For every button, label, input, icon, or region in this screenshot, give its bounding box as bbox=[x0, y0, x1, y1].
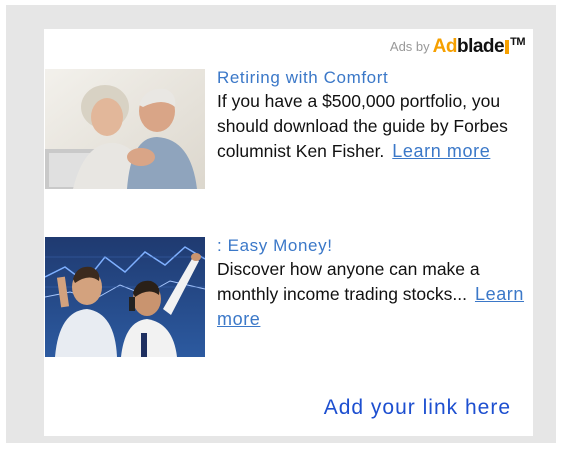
couple-photo-thumbnail[interactable] bbox=[45, 69, 205, 189]
ad-description: Discover how anyone can make a monthly i… bbox=[217, 257, 532, 332]
ad-body-text: Discover how anyone can make a monthly i… bbox=[217, 259, 480, 304]
ad-text-easy-money: : Easy Money! Discover how anyone can ma… bbox=[217, 235, 532, 332]
traders-photo-image bbox=[45, 237, 205, 357]
trademark-label: TM bbox=[510, 36, 525, 48]
ads-by-attribution[interactable]: Ads by Adblade TM bbox=[389, 36, 526, 57]
ad-description: If you have a $500,000 portfolio, you sh… bbox=[217, 89, 532, 164]
ads-by-label: Ads by bbox=[389, 39, 430, 54]
ad-title[interactable]: Retiring with Comfort bbox=[217, 67, 532, 89]
adblade-logo[interactable]: Adblade TM bbox=[432, 36, 526, 57]
ad-title[interactable]: : Easy Money! bbox=[217, 235, 532, 257]
ad-text-retiring: Retiring with Comfort If you have a $500… bbox=[217, 67, 532, 164]
add-your-link-here-link[interactable]: Add your link here bbox=[324, 396, 511, 420]
traders-photo-thumbnail[interactable] bbox=[45, 237, 205, 357]
couple-photo-image bbox=[45, 69, 205, 189]
adblade-logo-blade: blade bbox=[456, 36, 505, 57]
adblade-logo-bar bbox=[505, 39, 510, 54]
adblade-logo-ad: Ad bbox=[432, 36, 458, 57]
ad-panel: Ads by Adblade TM Retiring with Comfort … bbox=[44, 29, 533, 436]
ad-widget-frame: Ads by Adblade TM Retiring with Comfort … bbox=[6, 5, 556, 443]
learn-more-link[interactable]: Learn more bbox=[392, 141, 490, 161]
